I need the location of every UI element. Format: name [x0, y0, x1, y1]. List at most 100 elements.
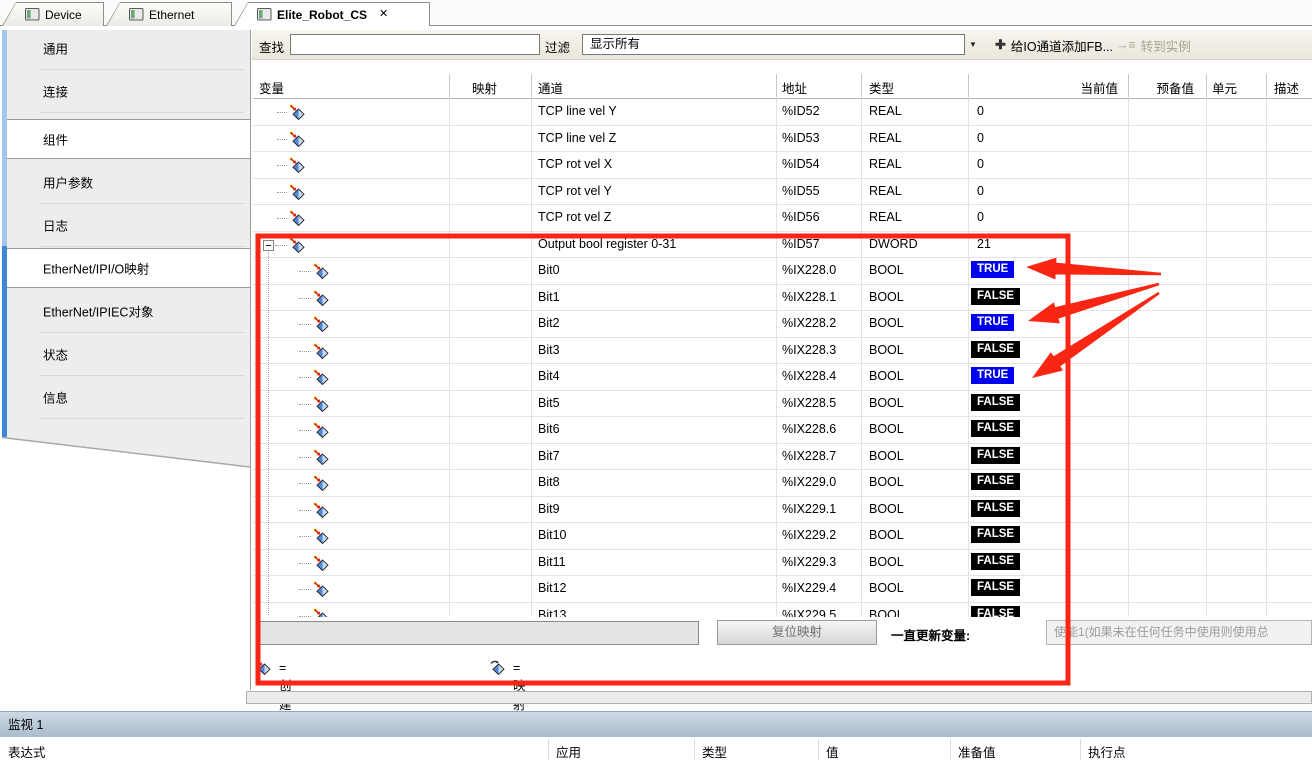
find-input[interactable]: [290, 34, 540, 55]
address-cell: %IX228.7: [782, 449, 836, 463]
bool-value-badge[interactable]: FALSE: [971, 288, 1020, 305]
io-mapping-grid: 变量 映射 通道 地址 类型 当前值 预备值 单元 描述 TCP line ve…: [253, 72, 1312, 617]
sidebar-item-0[interactable]: 通用: [2, 30, 250, 66]
sidebar-item-3[interactable]: 用户参数: [2, 164, 250, 200]
watch-col-4: 准备值: [958, 742, 996, 761]
address-cell: %IX228.2: [782, 316, 836, 330]
sidebar-item-4[interactable]: 日志: [2, 207, 250, 243]
table-row-bit1[interactable]: Bit1%IX228.1BOOLFALSE: [253, 285, 1312, 312]
table-row-tcp-rot-vel-z[interactable]: TCP rot vel Z%ID56REAL0: [253, 205, 1312, 232]
current-value-cell: 0: [977, 131, 984, 145]
bool-value-badge[interactable]: TRUE: [971, 314, 1014, 331]
new-variable-icon: [313, 449, 329, 470]
device-icon: [25, 8, 40, 21]
bool-value-badge[interactable]: TRUE: [971, 367, 1014, 384]
close-icon[interactable]: ✕: [379, 9, 388, 20]
header-separator: [1206, 74, 1207, 97]
address-cell: %IX228.0: [782, 263, 836, 277]
watch-col-3: 值: [826, 742, 839, 761]
address-cell: %ID54: [782, 157, 820, 171]
table-row-tcp-line-vel-y[interactable]: TCP line vel Y%ID52REAL0: [253, 99, 1312, 126]
add-fb-button[interactable]: ✚ 给IO通道添加FB...: [989, 34, 1119, 56]
table-row-tcp-rot-vel-x[interactable]: TCP rot vel X%ID54REAL0: [253, 152, 1312, 179]
table-row-bit3[interactable]: Bit3%IX228.3BOOLFALSE: [253, 338, 1312, 365]
filter-combobox[interactable]: 显示所有: [582, 34, 965, 55]
goto-instance-button[interactable]: →≡ 转到实例: [1110, 34, 1197, 56]
new-variable-icon: [313, 369, 329, 390]
new-variable-icon: [313, 555, 329, 576]
type-cell: BOOL: [869, 263, 904, 277]
sidebar-item-1[interactable]: 连接: [2, 73, 250, 109]
bool-value-badge[interactable]: FALSE: [971, 420, 1020, 437]
horizontal-scrollbar[interactable]: [246, 691, 1312, 704]
bool-value-badge[interactable]: FALSE: [971, 447, 1020, 464]
new-variable-icon: [313, 263, 329, 284]
type-cell: BOOL: [869, 290, 904, 304]
table-row-bit0[interactable]: Bit0%IX228.0BOOLTRUE: [253, 258, 1312, 285]
table-row-bit6[interactable]: Bit6%IX228.6BOOLFALSE: [253, 417, 1312, 444]
bool-value-badge[interactable]: FALSE: [971, 341, 1020, 358]
bool-value-badge[interactable]: FALSE: [971, 394, 1020, 411]
table-row-bit13[interactable]: Bit13%IX229.5BOOLFALSE: [253, 603, 1312, 618]
sidebar-item-2[interactable]: 组件: [2, 119, 250, 159]
new-variable-icon: [313, 502, 329, 523]
table-row-bit12[interactable]: Bit12%IX229.4BOOLFALSE: [253, 576, 1312, 603]
always-update-combobox[interactable]: 使能1(如果未在任何任务中使用则使用总: [1046, 620, 1312, 645]
bool-value-badge[interactable]: FALSE: [971, 606, 1020, 618]
address-cell: %IX228.4: [782, 369, 836, 383]
sidebar-item-8[interactable]: 信息: [2, 379, 250, 415]
sidebar-item-6[interactable]: EtherNet/IPIEC对象: [2, 293, 250, 329]
device-icon: [257, 8, 272, 21]
type-cell: REAL: [869, 210, 902, 224]
table-row-bit8[interactable]: Bit8%IX229.0BOOLFALSE: [253, 470, 1312, 497]
table-row-bit10[interactable]: Bit10%IX229.2BOOLFALSE: [253, 523, 1312, 550]
tree-line: [299, 404, 311, 405]
document-tab-elite_robot_cs[interactable]: Elite_Robot_CS✕: [234, 2, 430, 26]
table-row-bit4[interactable]: Bit4%IX228.4BOOLTRUE: [253, 364, 1312, 391]
bool-value-badge[interactable]: FALSE: [971, 553, 1020, 570]
document-tab-ethernet[interactable]: Ethernet: [106, 2, 232, 26]
table-row-tcp-rot-vel-y[interactable]: TCP rot vel Y%ID55REAL0: [253, 179, 1312, 206]
tree-vertical-line: [268, 252, 269, 615]
table-row-bit7[interactable]: Bit7%IX228.7BOOLFALSE: [253, 444, 1312, 471]
table-row-bit2[interactable]: Bit2%IX228.2BOOLTRUE: [253, 311, 1312, 338]
bool-value-badge[interactable]: FALSE: [971, 500, 1020, 517]
table-row-tcp-line-vel-z[interactable]: TCP line vel Z%ID53REAL0: [253, 126, 1312, 153]
filter-dropdown-arrow-icon[interactable]: ▼: [966, 38, 980, 52]
tree-line: [299, 589, 311, 590]
bool-value-badge[interactable]: TRUE: [971, 261, 1014, 278]
sidebar-item-label: 通用: [43, 39, 68, 58]
grid-column-line: [449, 99, 450, 617]
table-row-bit11[interactable]: Bit11%IX229.3BOOLFALSE: [253, 550, 1312, 577]
channel-cell: Bit4: [538, 369, 560, 383]
watch-column-separator: [694, 739, 695, 760]
collapse-expander-icon[interactable]: [263, 240, 274, 251]
table-row-bit9[interactable]: Bit9%IX229.1BOOLFALSE: [253, 497, 1312, 524]
bool-value-badge[interactable]: FALSE: [971, 473, 1020, 490]
tree-line: [277, 112, 287, 113]
reset-mapping-button[interactable]: 复位映射: [717, 620, 877, 645]
watch-column-separator: [548, 739, 549, 760]
sidebar-item-7[interactable]: 状态: [2, 336, 250, 372]
bool-value-badge[interactable]: FALSE: [971, 526, 1020, 543]
plus-icon: ✚: [995, 37, 1006, 53]
channel-cell: Bit6: [538, 422, 560, 436]
header-separator: [1128, 74, 1129, 97]
document-tab-device[interactable]: Device: [2, 2, 104, 26]
sidebar-item-label: 状态: [43, 345, 68, 364]
table-row-bit5[interactable]: Bit5%IX228.5BOOLFALSE: [253, 391, 1312, 418]
new-variable-icon: [313, 343, 329, 364]
new-variable-icon: [289, 184, 305, 205]
type-cell: BOOL: [869, 581, 904, 595]
grid-column-line: [1206, 99, 1207, 617]
legend-map-variable: =映射到现有变量: [489, 659, 505, 679]
sidebar-item-5[interactable]: EtherNet/IPI/O映射: [2, 248, 250, 288]
channel-cell: Bit13: [538, 608, 567, 618]
table-row-output-bool-register-0-31[interactable]: Output bool register 0-31%ID57DWORD21: [253, 232, 1312, 259]
bool-value-badge[interactable]: FALSE: [971, 579, 1020, 596]
new-variable-icon: [289, 104, 305, 125]
new-variable-icon: [289, 210, 305, 231]
tree-line: [299, 298, 311, 299]
sidebar-accent-strip: [2, 30, 7, 246]
filter-label: 过滤: [545, 37, 570, 56]
